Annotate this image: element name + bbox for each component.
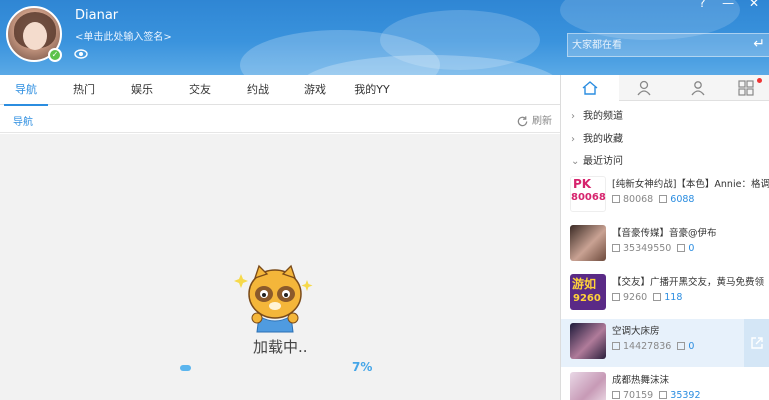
channel-thumb bbox=[570, 323, 606, 359]
id-icon bbox=[612, 342, 620, 350]
tree-my-channels[interactable]: › 我的频道 bbox=[571, 107, 623, 122]
external-link-icon bbox=[751, 337, 763, 349]
list-item[interactable]: PK 80068 [纯新女神约战]【本色】Annie：格调的 80068 608… bbox=[561, 172, 769, 220]
tab-groups[interactable] bbox=[669, 75, 727, 101]
tab-battle[interactable]: 约战 bbox=[236, 75, 280, 105]
id-icon bbox=[612, 391, 620, 399]
chevron-down-icon: ⌄ bbox=[571, 156, 580, 167]
channel-title: 成都热舞沫沫 bbox=[612, 375, 670, 386]
category-tabs: 导航 热门 娱乐 交友 约战 游戏 我的YY bbox=[0, 75, 560, 106]
eye-icon[interactable] bbox=[74, 48, 88, 60]
refresh-button[interactable]: 刷新 bbox=[516, 112, 552, 128]
user-count-icon bbox=[659, 195, 668, 203]
search-box: ↵ bbox=[567, 33, 769, 57]
user-count-icon bbox=[677, 342, 686, 350]
channel-meta: 14427836 0 bbox=[612, 341, 694, 352]
refresh-label: 刷新 bbox=[532, 116, 552, 127]
search-input[interactable] bbox=[572, 37, 742, 53]
channel-meta: 9260 118 bbox=[612, 292, 682, 303]
tab-dating[interactable]: 交友 bbox=[178, 75, 222, 105]
channel-title: 【音豪传媒】音豪@伊布 bbox=[612, 228, 717, 239]
share-button[interactable] bbox=[744, 319, 769, 367]
progress-bar bbox=[180, 365, 340, 371]
refresh-icon bbox=[517, 115, 528, 126]
progress-fill bbox=[180, 365, 191, 371]
tab-contacts[interactable] bbox=[615, 75, 673, 101]
enter-icon[interactable]: ↵ bbox=[753, 36, 765, 52]
id-icon bbox=[612, 244, 620, 252]
channel-meta: 80068 6088 bbox=[612, 194, 694, 205]
tab-games[interactable]: 游戏 bbox=[293, 75, 337, 105]
tab-entertainment[interactable]: 娱乐 bbox=[120, 75, 164, 105]
window-controls: ? — ✕ bbox=[691, 0, 765, 10]
list-item[interactable]: 游如 9260 【交友】广播开黑交友，黄马免费领 9260 118 bbox=[561, 270, 769, 318]
channel-thumb: 游如 9260 bbox=[570, 274, 606, 310]
user-count-icon bbox=[653, 293, 662, 301]
apps-grid-icon bbox=[737, 80, 754, 96]
progress-percent: 7% bbox=[352, 360, 373, 374]
tab-home[interactable] bbox=[561, 75, 619, 101]
tab-apps[interactable] bbox=[721, 75, 769, 101]
mascot-icon bbox=[234, 264, 313, 333]
right-panel: › 我的频道 › 我的收藏 ⌄ 最近访问 PK 80068 [纯新女神约战]【本色】A… bbox=[560, 75, 769, 400]
loading-text: 加载中.. bbox=[253, 338, 308, 356]
right-panel-tabs bbox=[561, 75, 769, 101]
channel-thumb: PK 80068 bbox=[570, 176, 606, 212]
breadcrumb-bar: 导航 刷新 bbox=[0, 106, 560, 133]
help-button[interactable]: ? bbox=[691, 0, 713, 10]
signature-field[interactable]: <单击此处输入签名> bbox=[75, 28, 172, 43]
id-icon bbox=[612, 293, 620, 301]
channel-thumb bbox=[570, 225, 606, 261]
tree-my-favorites[interactable]: › 我的收藏 bbox=[571, 130, 623, 145]
verified-check-icon: ✓ bbox=[48, 48, 62, 62]
id-icon bbox=[612, 195, 620, 203]
user-count-icon bbox=[659, 391, 668, 399]
channel-meta: 70159 35392 bbox=[612, 390, 701, 400]
tab-hot[interactable]: 热门 bbox=[62, 75, 106, 105]
header-bar: ✓ Dianar <单击此处输入签名> ? — ✕ ↵ bbox=[0, 0, 769, 75]
list-item[interactable]: 【音豪传媒】音豪@伊布 35349550 0 bbox=[561, 221, 769, 269]
channel-title: 【交友】广播开黑交友，黄马免费领 bbox=[612, 277, 765, 288]
person-icon bbox=[637, 80, 651, 96]
home-icon bbox=[582, 81, 598, 95]
user-count-icon bbox=[677, 244, 686, 252]
tab-my-yy[interactable]: 我的YY bbox=[350, 75, 394, 105]
chevron-right-icon: › bbox=[571, 134, 575, 145]
avatar-face bbox=[23, 22, 47, 50]
tree-recent[interactable]: ⌄ 最近访问 bbox=[571, 152, 623, 167]
tab-nav[interactable]: 导航 bbox=[4, 75, 48, 106]
channel-thumb bbox=[570, 372, 606, 400]
username[interactable]: Dianar bbox=[75, 8, 118, 23]
channel-meta: 35349550 0 bbox=[612, 243, 694, 254]
list-item[interactable]: 空调大床房 14427836 0 bbox=[561, 319, 769, 367]
notification-dot bbox=[757, 78, 762, 83]
channel-title: [纯新女神约战]【本色】Annie：格调的 bbox=[612, 179, 769, 190]
breadcrumb: 导航 bbox=[13, 117, 33, 128]
close-button[interactable]: ✕ bbox=[743, 0, 765, 10]
minimize-button[interactable]: — bbox=[717, 0, 739, 10]
list-item[interactable]: 成都热舞沫沫 70159 35392 bbox=[561, 368, 769, 400]
content-area: 加载中.. 7% bbox=[0, 134, 560, 400]
chevron-right-icon: › bbox=[571, 111, 575, 122]
group-icon bbox=[691, 81, 705, 96]
